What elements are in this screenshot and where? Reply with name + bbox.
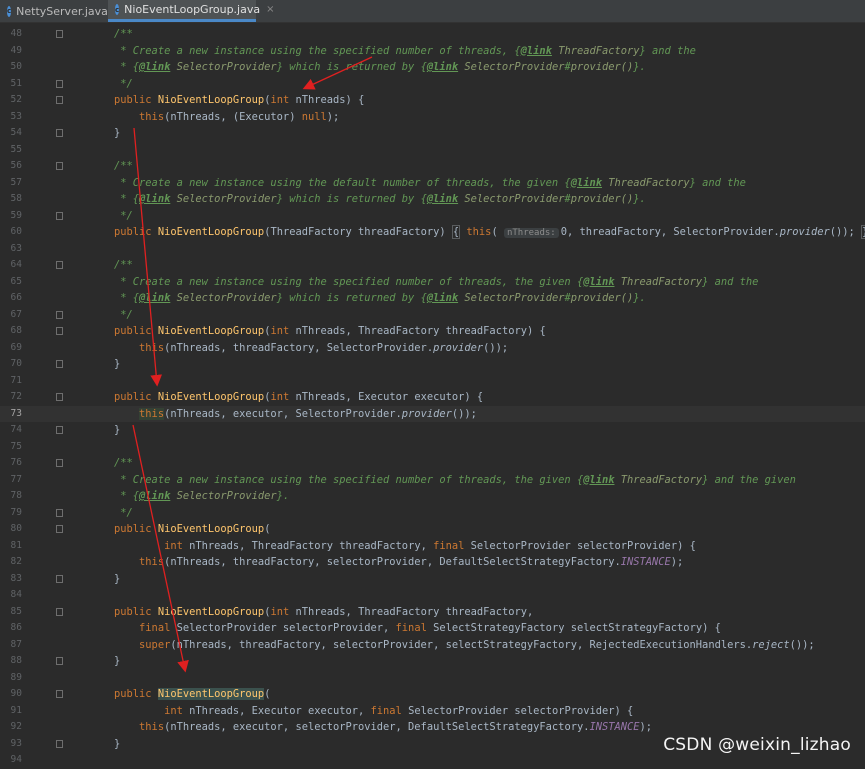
arrow-line-3 [132,424,189,673]
arrow-line-2 [133,127,163,387]
watermark: CSDN @weixin_lizhao [663,735,851,755]
arrow-line-1 [302,56,373,90]
annotation-arrows [132,56,373,673]
